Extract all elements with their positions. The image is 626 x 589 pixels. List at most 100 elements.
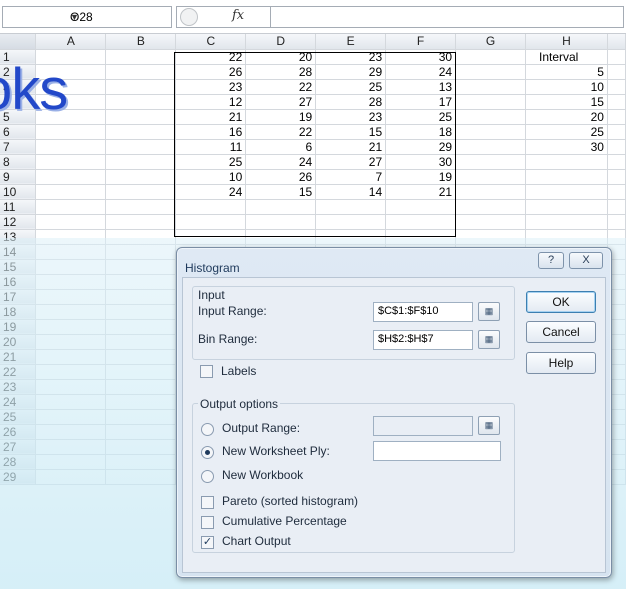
cell-g7[interactable]	[455, 139, 526, 155]
row-header[interactable]: 9	[0, 169, 37, 185]
cell-h5[interactable]: 20	[525, 109, 608, 125]
ok-button[interactable]: OK	[526, 291, 596, 313]
cell-g12[interactable]	[455, 214, 526, 230]
cell-c11[interactable]	[175, 199, 247, 215]
cell-extra[interactable]	[607, 184, 626, 200]
row-header[interactable]: 5	[0, 109, 37, 125]
input-range-field[interactable]: $C$1:$F$10	[373, 302, 473, 322]
cumulative-percentage-checkbox[interactable]	[201, 516, 214, 529]
cell-b27[interactable]	[105, 439, 177, 455]
pareto-checkbox[interactable]	[201, 496, 214, 509]
cell-e6[interactable]: 15	[315, 124, 387, 140]
cell-h8[interactable]	[525, 154, 608, 170]
cell-c9[interactable]: 10	[175, 169, 247, 185]
cell-g3[interactable]	[455, 79, 526, 95]
cell-f10[interactable]: 21	[385, 184, 457, 200]
cell-extra[interactable]	[607, 229, 626, 245]
cell-e9[interactable]: 7	[315, 169, 387, 185]
cell-h1[interactable]: Interval	[525, 49, 608, 65]
cell-b1[interactable]	[105, 49, 177, 65]
cell-a20[interactable]	[35, 334, 107, 350]
chart-output-label[interactable]: Chart Output	[222, 534, 291, 548]
cell-d6[interactable]: 22	[245, 124, 317, 140]
row-header[interactable]: 13	[0, 229, 37, 245]
cell-e11[interactable]	[315, 199, 387, 215]
output-range-field[interactable]	[373, 416, 473, 436]
cell-f13[interactable]	[385, 229, 457, 245]
cell-a9[interactable]	[35, 169, 107, 185]
cell-g8[interactable]	[455, 154, 526, 170]
cancel-entry-icon[interactable]	[180, 8, 198, 26]
cell-b14[interactable]	[105, 244, 177, 260]
cell-h13[interactable]	[525, 229, 608, 245]
row-header[interactable]: 16	[0, 274, 37, 290]
cell-a13[interactable]	[35, 229, 107, 245]
cell-extra[interactable]	[607, 94, 626, 110]
cell-e4[interactable]: 28	[315, 94, 387, 110]
cell-a3[interactable]	[35, 79, 107, 95]
row-header[interactable]: 21	[0, 349, 37, 365]
cell-b20[interactable]	[105, 334, 177, 350]
cell-g5[interactable]	[455, 109, 526, 125]
cell-b6[interactable]	[105, 124, 177, 140]
bin-range-field[interactable]: $H$2:$H$7	[373, 330, 473, 350]
new-workbook-label[interactable]: New Workbook	[222, 468, 303, 482]
cell-b28[interactable]	[105, 454, 177, 470]
column-header[interactable]: D	[245, 34, 317, 50]
cell-a18[interactable]	[35, 304, 107, 320]
cell-b26[interactable]	[105, 424, 177, 440]
column-header[interactable]	[607, 34, 626, 50]
labels-label[interactable]: Labels	[221, 364, 256, 378]
cell-a4[interactable]	[35, 94, 107, 110]
cell-b7[interactable]	[105, 139, 177, 155]
cell-c10[interactable]: 24	[175, 184, 247, 200]
cell-extra[interactable]	[607, 64, 626, 80]
cell-extra[interactable]	[607, 49, 626, 65]
cumulative-percentage-label[interactable]: Cumulative Percentage	[222, 514, 347, 528]
cell-b16[interactable]	[105, 274, 177, 290]
column-header[interactable]: E	[315, 34, 387, 50]
cell-f9[interactable]: 19	[385, 169, 457, 185]
cell-d3[interactable]: 22	[245, 79, 317, 95]
cell-f5[interactable]: 25	[385, 109, 457, 125]
cell-a11[interactable]	[35, 199, 107, 215]
new-worksheet-ply-radio[interactable]	[201, 446, 214, 459]
cell-g4[interactable]	[455, 94, 526, 110]
cell-a1[interactable]	[35, 49, 107, 65]
collapse-dialog-icon[interactable]: ▦	[478, 302, 500, 321]
cell-g13[interactable]	[455, 229, 526, 245]
cell-b15[interactable]	[105, 259, 177, 275]
cell-g2[interactable]	[455, 64, 526, 80]
collapse-dialog-icon[interactable]: ▦	[478, 330, 500, 349]
cell-b8[interactable]	[105, 154, 177, 170]
cell-h3[interactable]: 10	[525, 79, 608, 95]
row-header[interactable]: 2	[0, 64, 37, 80]
cell-g6[interactable]	[455, 124, 526, 140]
row-header[interactable]: 17	[0, 289, 37, 305]
function-icon[interactable]: fx	[232, 8, 244, 23]
cell-e12[interactable]	[315, 214, 387, 230]
dropdown-arrow-icon[interactable]: ▼	[70, 12, 169, 22]
cell-a28[interactable]	[35, 454, 107, 470]
cell-f2[interactable]: 24	[385, 64, 457, 80]
cell-f1[interactable]: 30	[385, 49, 457, 65]
cell-a12[interactable]	[35, 214, 107, 230]
cell-c13[interactable]	[175, 229, 247, 245]
cell-h6[interactable]: 25	[525, 124, 608, 140]
cell-b11[interactable]	[105, 199, 177, 215]
cell-d13[interactable]	[245, 229, 317, 245]
cell-f6[interactable]: 18	[385, 124, 457, 140]
cell-a8[interactable]	[35, 154, 107, 170]
cell-h12[interactable]	[525, 214, 608, 230]
row-header[interactable]: 14	[0, 244, 37, 260]
cell-h10[interactable]	[525, 184, 608, 200]
cell-extra[interactable]	[607, 139, 626, 155]
cell-c2[interactable]: 26	[175, 64, 247, 80]
row-header[interactable]: 20	[0, 334, 37, 350]
cell-d9[interactable]: 26	[245, 169, 317, 185]
column-header[interactable]: G	[455, 34, 526, 50]
cell-c8[interactable]: 25	[175, 154, 247, 170]
cell-b17[interactable]	[105, 289, 177, 305]
column-header[interactable]: B	[105, 34, 177, 50]
cell-extra[interactable]	[607, 109, 626, 125]
